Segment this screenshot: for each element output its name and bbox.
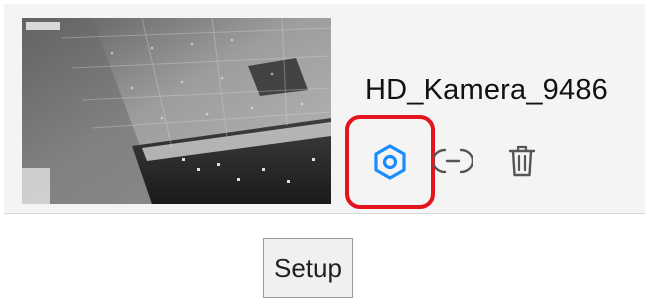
disconnect-button[interactable] xyxy=(431,139,475,183)
camera-card[interactable]: HD_Kamera_9486 xyxy=(4,4,645,214)
hexagon-gear-icon xyxy=(374,144,406,180)
minus-circle-icon xyxy=(433,148,473,174)
setup-tooltip: Setup xyxy=(263,238,353,298)
camera-thumbnail[interactable] xyxy=(22,18,331,204)
camera-actions xyxy=(345,115,585,209)
setup-button[interactable] xyxy=(345,115,435,209)
delete-button[interactable] xyxy=(500,139,544,183)
camera-name: HD_Kamera_9486 xyxy=(365,74,608,106)
camera-preview-image xyxy=(22,18,331,204)
trash-icon xyxy=(508,145,536,177)
